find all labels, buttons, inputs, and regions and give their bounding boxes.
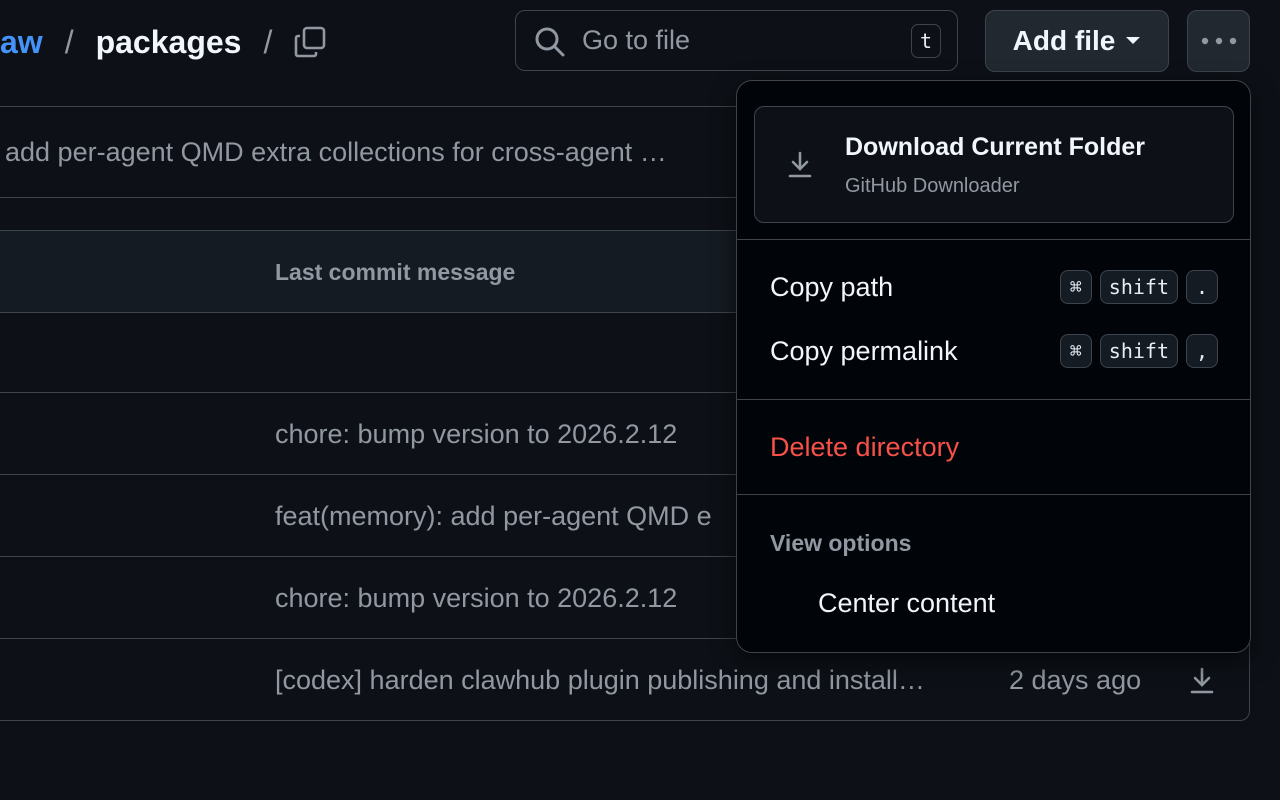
download-current-folder-item[interactable]: Download Current Folder GitHub Downloade… (754, 106, 1234, 223)
delete-directory-item[interactable]: Delete directory (770, 432, 959, 463)
commit-date: 2 days ago (1009, 665, 1142, 695)
breadcrumb-separator: / (64, 23, 74, 60)
commit-message[interactable]: chore: bump version to 2026.2.12 (275, 583, 677, 614)
go-to-file-shortcut: t (911, 24, 941, 58)
add-file-label: Add file (1012, 25, 1116, 56)
download-subtitle: GitHub Downloader (845, 175, 1020, 197)
commit-message[interactable]: [codex] harden clawhub plugin publishing… (275, 665, 925, 696)
more-options-menu: Download Current Folder GitHub Downloade… (736, 80, 1251, 653)
copy-path-button[interactable] (290, 22, 330, 62)
caret-down-icon (1126, 37, 1141, 44)
latest-commit-message[interactable]: add per-agent QMD extra collections for … (5, 137, 667, 168)
view-options-heading: View options (770, 530, 912, 556)
go-to-file-input[interactable]: Go to file t (515, 10, 958, 71)
download-icon[interactable] (1189, 667, 1215, 695)
menu-divider (737, 399, 1250, 400)
copy-permalink-item[interactable]: Copy permalink (770, 336, 958, 367)
breadcrumb-current: packages (95, 23, 242, 60)
go-to-file-placeholder: Go to file (582, 25, 691, 55)
copy-icon (294, 26, 326, 58)
period-key: . (1186, 270, 1218, 304)
shift-key: shift (1099, 270, 1178, 304)
latest-commit-bar: add per-agent QMD extra collections for … (0, 106, 750, 198)
commit-message[interactable]: chore: bump version to 2026.2.12 (275, 419, 677, 450)
more-options-button[interactable] (1187, 10, 1250, 72)
copy-path-item[interactable]: Copy path (770, 272, 893, 303)
center-content-item[interactable]: Center content (818, 588, 995, 619)
commit-message[interactable]: feat(memory): add per-agent QMD e (275, 501, 712, 532)
breadcrumb-separator-trailing: / (263, 23, 273, 60)
comma-key: , (1186, 334, 1218, 368)
menu-divider (737, 239, 1250, 240)
cmd-key: ⌘ (1059, 334, 1092, 368)
column-header-last-commit: Last commit message (275, 259, 516, 285)
search-icon (535, 27, 565, 57)
copy-path-shortcut: ⌘ shift . (1059, 270, 1218, 304)
add-file-button[interactable]: Add file (985, 10, 1169, 72)
cmd-key: ⌘ (1059, 270, 1092, 304)
kebab-horizontal-icon (1201, 37, 1236, 45)
shift-key: shift (1099, 334, 1178, 368)
download-icon (788, 151, 812, 178)
download-title: Download Current Folder (845, 133, 1145, 161)
breadcrumb-repo-link[interactable]: aw (0, 24, 43, 61)
breadcrumb: aw / packages / (0, 20, 294, 64)
copy-permalink-shortcut: ⌘ shift , (1059, 334, 1218, 368)
menu-divider (737, 494, 1250, 495)
